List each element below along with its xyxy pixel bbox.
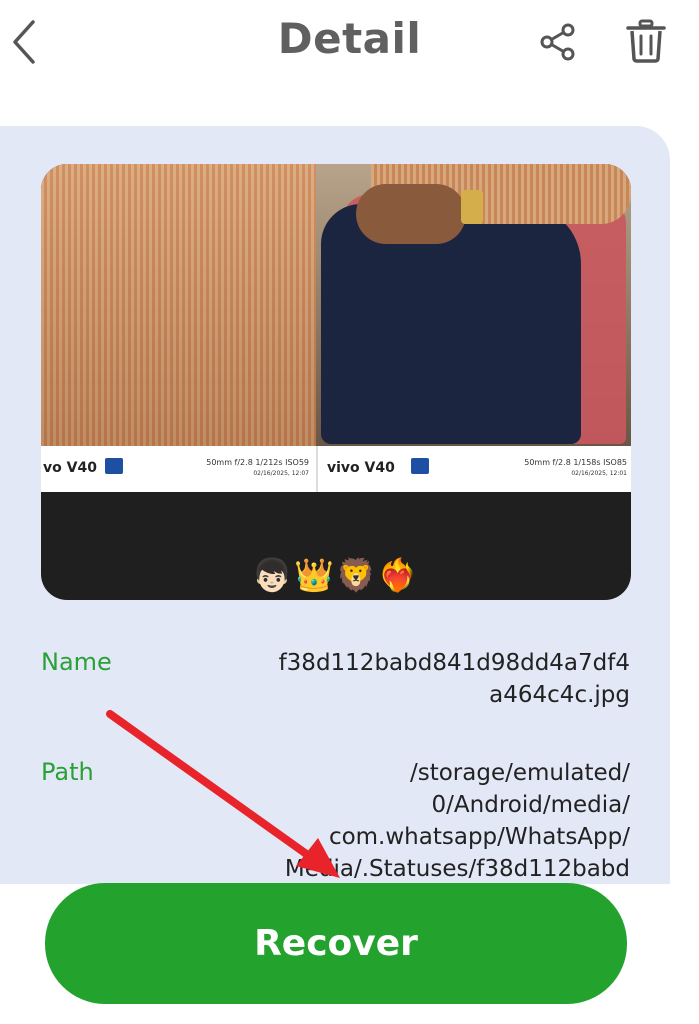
strip-divider [316,446,318,492]
left-camera-date: 02/16/2025, 12:07 [253,470,309,477]
wristwatch [461,190,483,224]
delete-button[interactable] [622,16,670,66]
emoji-caption: 👦🏻👑🦁❤️‍🔥 [252,556,420,594]
seated-person [321,204,581,444]
share-icon [540,23,575,61]
right-camera-spec-text: 50mm f/2.8 1/158s ISO85 [524,458,627,467]
zeiss-logo-icon [411,458,429,474]
top-bar: Detail [0,0,699,90]
page-title: Detail [277,14,422,63]
path-label: Path [41,758,94,786]
photo-left-shading [41,164,316,446]
right-camera-brand: vivo V40 [327,460,395,476]
hands [356,184,466,244]
recover-button[interactable]: Recover [45,883,627,1004]
file-name-value: f38d112babd841d98dd4a7df4 a464c4c.jpg [278,650,630,708]
left-camera-brand: vo V40 [43,460,97,476]
right-camera-spec: 50mm f/2.8 1/158s ISO85 02/16/2025, 12:0… [503,458,627,479]
file-path-value: /storage/emulated/ 0/Android/media/ com.… [284,760,630,882]
left-camera-spec-text: 50mm f/2.8 1/212s ISO59 [206,458,309,467]
share-button[interactable] [536,20,580,64]
zeiss-logo-icon [105,458,123,474]
trash-icon [626,19,666,63]
right-camera-date: 02/16/2025, 12:01 [571,470,627,477]
image-preview[interactable]: vo V40 50mm f/2.8 1/212s ISO59 02/16/202… [41,164,631,600]
name-label: Name [41,648,112,676]
detail-card: vo V40 50mm f/2.8 1/212s ISO59 02/16/202… [0,126,670,886]
left-camera-spec: 50mm f/2.8 1/212s ISO59 02/16/2025, 12:0… [191,458,309,479]
